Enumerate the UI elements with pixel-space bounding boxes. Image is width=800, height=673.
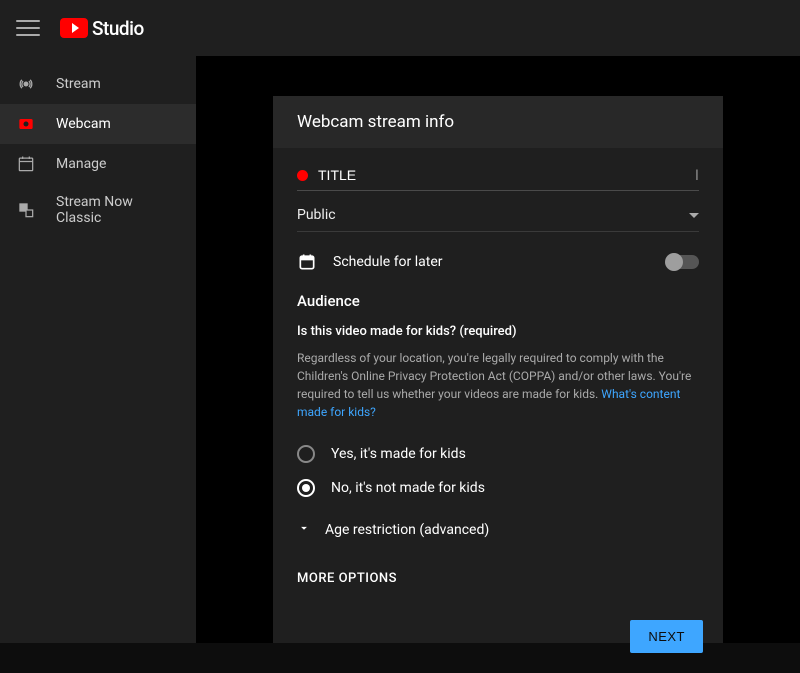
manage-icon xyxy=(16,154,36,174)
calendar-icon xyxy=(297,252,317,272)
radio-icon xyxy=(297,445,315,463)
schedule-toggle[interactable] xyxy=(667,255,699,269)
sidebar-item-stream-now-classic[interactable]: Stream Now Classic xyxy=(0,184,196,236)
audience-help-text: Regardless of your location, you're lega… xyxy=(297,349,699,421)
content-area: Webcam stream info I Public Schedule for… xyxy=(196,56,800,643)
chevron-down-icon xyxy=(297,521,311,539)
text-cursor-icon: I xyxy=(695,166,699,184)
sidebar-item-label: Stream xyxy=(56,76,101,92)
sidebar: Stream Webcam Manage Stream Now Classic xyxy=(0,56,196,643)
classic-icon xyxy=(16,200,36,220)
sidebar-item-label: Manage xyxy=(56,156,106,172)
sidebar-item-stream[interactable]: Stream xyxy=(0,64,196,104)
sidebar-item-label: Webcam xyxy=(56,116,111,132)
app-header: Studio xyxy=(0,0,800,56)
sidebar-item-webcam[interactable]: Webcam xyxy=(0,104,196,144)
webcam-icon xyxy=(16,114,36,134)
sidebar-item-label: Stream Now Classic xyxy=(56,194,180,226)
youtube-icon xyxy=(60,18,88,38)
more-options-button[interactable]: MORE OPTIONS xyxy=(297,549,699,608)
chevron-down-icon xyxy=(689,213,699,218)
radio-label: No, it's not made for kids xyxy=(331,480,485,496)
menu-icon[interactable] xyxy=(16,16,40,40)
schedule-row: Schedule for later xyxy=(297,232,699,292)
dialog-title: Webcam stream info xyxy=(273,96,723,148)
radio-icon xyxy=(297,479,315,497)
title-field[interactable]: I xyxy=(297,166,699,191)
audience-question: Is this video made for kids? (required) xyxy=(297,324,699,339)
youtube-studio-logo[interactable]: Studio xyxy=(60,17,144,40)
audience-heading: Audience xyxy=(297,292,699,310)
age-restriction-label: Age restriction (advanced) xyxy=(325,522,489,538)
stream-icon xyxy=(16,74,36,94)
brand-text: Studio xyxy=(92,17,144,40)
radio-label: Yes, it's made for kids xyxy=(331,446,466,462)
title-input[interactable] xyxy=(318,167,675,183)
privacy-select[interactable]: Public xyxy=(297,191,699,232)
sidebar-item-manage[interactable]: Manage xyxy=(0,144,196,184)
age-restriction-expander[interactable]: Age restriction (advanced) xyxy=(297,505,699,549)
radio-no-not-for-kids[interactable]: No, it's not made for kids xyxy=(297,471,699,505)
record-dot-icon xyxy=(297,170,308,181)
webcam-stream-info-dialog: Webcam stream info I Public Schedule for… xyxy=(273,96,723,643)
schedule-label: Schedule for later xyxy=(333,254,651,270)
privacy-value: Public xyxy=(297,207,336,223)
next-button[interactable]: NEXT xyxy=(630,620,703,653)
radio-yes-made-for-kids[interactable]: Yes, it's made for kids xyxy=(297,437,699,471)
